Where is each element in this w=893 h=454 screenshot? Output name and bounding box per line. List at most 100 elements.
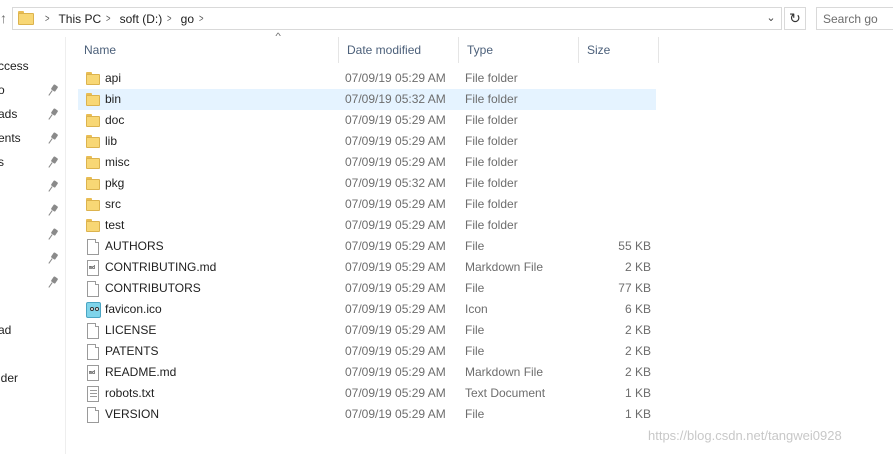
- file-name: CONTRIBUTING.md: [105, 260, 217, 274]
- nav-item[interactable]: [0, 225, 65, 245]
- gopher-image-icon: [86, 302, 101, 318]
- nav-item-label: ents: [0, 131, 21, 145]
- file-size: 1 KB: [624, 407, 651, 421]
- pin-icon[interactable]: [48, 204, 59, 217]
- file-row[interactable]: AUTHORS 07/09/19 05:29 AM File 55 KB: [78, 236, 656, 257]
- file-row[interactable]: PATENTS 07/09/19 05:29 AM File 2 KB: [78, 341, 656, 362]
- pin-icon[interactable]: [48, 156, 59, 169]
- folder-icon: [86, 176, 100, 192]
- file-name: CONTRIBUTORS: [105, 281, 201, 295]
- file-row[interactable]: robots.txt 07/09/19 05:29 AM Text Document…: [78, 383, 656, 404]
- file-date-modified: 07/09/19 05:32 AM: [345, 176, 446, 190]
- refresh-button[interactable]: ↻: [784, 7, 806, 30]
- chevron-right-icon[interactable]: >: [45, 13, 50, 25]
- pin-icon[interactable]: [48, 252, 59, 265]
- nav-item[interactable]: [0, 177, 65, 197]
- file-size: 2 KB: [624, 260, 651, 274]
- file-name: VERSION: [105, 407, 160, 421]
- column-header-date[interactable]: Date modified: [339, 37, 459, 63]
- chevron-right-icon[interactable]: >: [106, 13, 111, 25]
- file-row[interactable]: bin 07/09/19 05:32 AM File folder: [78, 89, 656, 110]
- file-row[interactable]: api 07/09/19 05:29 AM File folder: [78, 68, 656, 89]
- markdown-file-icon: md: [86, 365, 100, 381]
- file-row[interactable]: lib 07/09/19 05:29 AM File folder: [78, 131, 656, 152]
- column-header-size[interactable]: Size: [579, 37, 659, 63]
- file-row[interactable]: VERSION 07/09/19 05:29 AM File 1 KB: [78, 404, 656, 425]
- file-row[interactable]: CONTRIBUTORS 07/09/19 05:29 AM File 77 KB: [78, 278, 656, 299]
- chevron-down-icon[interactable]: ⌄: [765, 12, 777, 24]
- file-row[interactable]: doc 07/09/19 05:29 AM File folder: [78, 110, 656, 131]
- pin-icon[interactable]: [48, 228, 59, 241]
- file-name: pkg: [105, 176, 125, 190]
- file-size: 2 KB: [624, 344, 651, 358]
- file-row[interactable]: md README.md 07/09/19 05:29 AM Markdown Fil…: [78, 362, 656, 383]
- search-input[interactable]: [823, 9, 893, 29]
- breadcrumb-this-pc[interactable]: This PC: [58, 12, 101, 26]
- file-name: lib: [105, 134, 118, 148]
- search-box[interactable]: [816, 7, 893, 30]
- file-name: PATENTS: [105, 344, 159, 358]
- nav-item[interactable]: o: [0, 81, 65, 101]
- file-name: misc: [105, 155, 130, 169]
- address-bar[interactable]: > This PC > soft (D:) > go > ⌄: [12, 7, 782, 30]
- file-name: robots.txt: [105, 386, 155, 400]
- file-row[interactable]: src 07/09/19 05:29 AM File folder: [78, 194, 656, 215]
- file-date-modified: 07/09/19 05:29 AM: [345, 260, 446, 274]
- file-row[interactable]: LICENSE 07/09/19 05:29 AM File 2 KB: [78, 320, 656, 341]
- nav-item[interactable]: [0, 273, 65, 293]
- pin-icon[interactable]: [48, 180, 59, 193]
- file-type: File: [465, 281, 485, 295]
- sort-ascending-icon: ^: [275, 31, 281, 41]
- file-type: File: [465, 407, 485, 421]
- file-size: 2 KB: [624, 365, 651, 379]
- file-type: Markdown File: [465, 260, 544, 274]
- file-row[interactable]: pkg 07/09/19 05:32 AM File folder: [78, 173, 656, 194]
- nav-item[interactable]: s: [0, 153, 65, 173]
- breadcrumb-soft-drive[interactable]: soft (D:): [120, 12, 163, 26]
- file-icon: [86, 407, 100, 423]
- file-type: Text Document: [465, 386, 546, 400]
- nav-item[interactable]: ccess: [0, 57, 65, 77]
- file-type: Markdown File: [465, 365, 544, 379]
- nav-item[interactable]: ad: [0, 321, 65, 341]
- watermark: https://blog.csdn.net/tangwei0928: [648, 428, 842, 443]
- nav-item-label: ccess: [0, 59, 29, 73]
- pin-icon[interactable]: [48, 108, 59, 121]
- file-date-modified: 07/09/19 05:29 AM: [345, 218, 446, 232]
- pin-icon[interactable]: [48, 84, 59, 97]
- file-date-modified: 07/09/19 05:29 AM: [345, 344, 446, 358]
- file-row[interactable]: favicon.ico 07/09/19 05:29 AM Icon 6 KB: [78, 299, 656, 320]
- breadcrumb-go[interactable]: go: [181, 12, 194, 26]
- column-header-name[interactable]: Name: [76, 37, 339, 63]
- file-date-modified: 07/09/19 05:29 AM: [345, 386, 446, 400]
- file-date-modified: 07/09/19 05:29 AM: [345, 407, 446, 421]
- file-row[interactable]: test 07/09/19 05:29 AM File folder: [78, 215, 656, 236]
- file-date-modified: 07/09/19 05:29 AM: [345, 197, 446, 211]
- file-icon: [86, 323, 100, 339]
- nav-item[interactable]: [0, 201, 65, 221]
- nav-item[interactable]: [0, 393, 65, 413]
- file-row[interactable]: md CONTRIBUTING.md 07/09/19 05:29 AM Markdo…: [78, 257, 656, 278]
- file-type: File: [465, 239, 485, 253]
- pin-icon[interactable]: [48, 276, 59, 289]
- chevron-right-icon[interactable]: >: [199, 13, 204, 25]
- pin-icon[interactable]: [48, 132, 59, 145]
- up-arrow-icon[interactable]: ↑: [0, 9, 8, 27]
- folder-icon: [86, 113, 100, 129]
- nav-item-label: o: [0, 83, 5, 97]
- file-name: AUTHORS: [105, 239, 164, 253]
- file-type: File folder: [465, 155, 518, 169]
- file-type: File folder: [465, 218, 518, 232]
- nav-item[interactable]: ads: [0, 105, 65, 125]
- file-name: LICENSE: [105, 323, 157, 337]
- nav-item-label: lder: [0, 371, 19, 385]
- nav-item[interactable]: ents: [0, 129, 65, 149]
- nav-item[interactable]: lder: [0, 369, 65, 389]
- column-header-type[interactable]: Type: [459, 37, 579, 63]
- file-date-modified: 07/09/19 05:32 AM: [345, 92, 446, 106]
- file-row[interactable]: misc 07/09/19 05:29 AM File folder: [78, 152, 656, 173]
- chevron-right-icon[interactable]: >: [167, 13, 172, 25]
- column-header-name-label: Name: [84, 43, 117, 57]
- file-size: 55 KB: [618, 239, 651, 253]
- nav-item[interactable]: [0, 249, 65, 269]
